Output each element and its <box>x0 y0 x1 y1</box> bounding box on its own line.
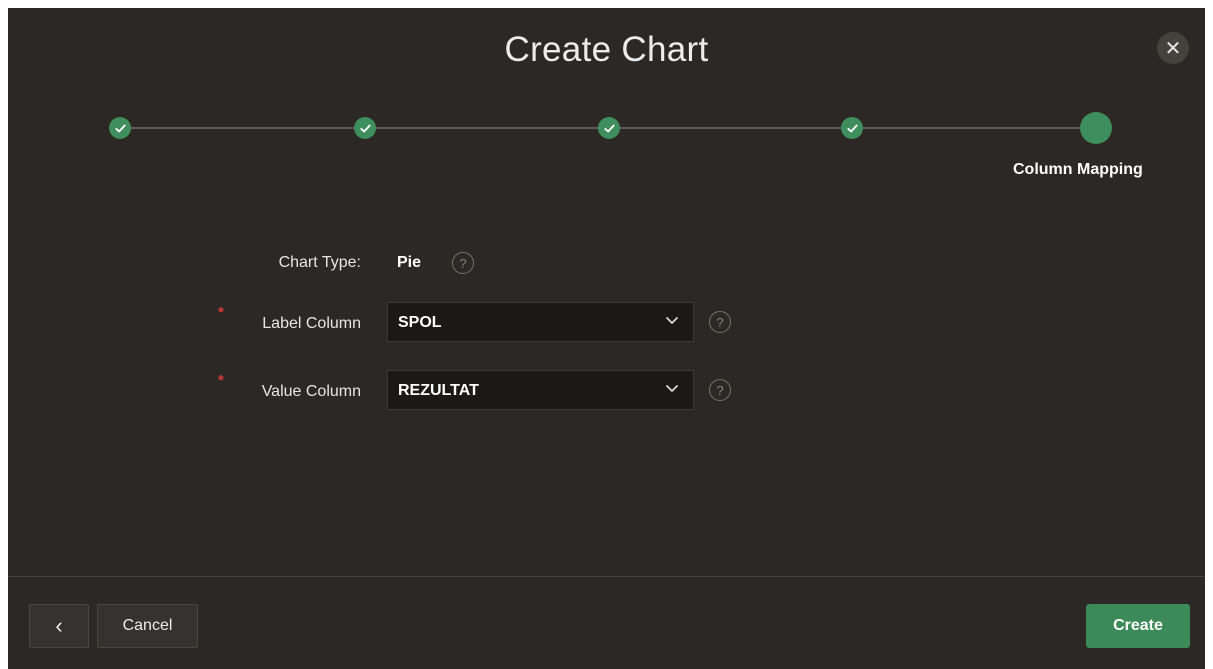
close-icon: ✕ <box>1164 37 1182 60</box>
label-column-row: * Label Column SPOL ? <box>8 302 1205 342</box>
label-column-help-icon[interactable]: ? <box>709 311 731 333</box>
label-column-select[interactable]: SPOL <box>387 302 694 342</box>
dialog-title: Create Chart <box>504 30 709 69</box>
value-column-help-icon[interactable]: ? <box>709 379 731 401</box>
chevron-down-icon <box>666 317 678 324</box>
check-icon <box>114 124 126 132</box>
check-icon <box>846 124 858 132</box>
chevron-left-icon: ‹ <box>55 613 63 638</box>
create-button[interactable]: Create <box>1086 604 1190 648</box>
check-icon <box>603 124 615 132</box>
create-chart-dialog: Create Chart ✕ Column Mapping Chart Type… <box>8 8 1205 669</box>
previous-step-button[interactable]: ‹ <box>29 604 89 648</box>
required-indicator: * <box>218 372 224 389</box>
value-column-label: Value Column <box>261 383 361 400</box>
chart-type-label: Chart Type: <box>278 254 361 271</box>
value-column-value: REZULTAT <box>398 382 479 399</box>
wizard-step-1-complete <box>109 117 131 139</box>
label-column-label: Label Column <box>262 315 361 332</box>
check-icon <box>359 124 371 132</box>
dialog-header: Create Chart ✕ <box>8 8 1205 103</box>
wizard-step-2-complete <box>354 117 376 139</box>
wizard-progress: Column Mapping <box>8 108 1205 198</box>
current-step-label: Column Mapping <box>1013 161 1143 178</box>
chart-type-help-icon[interactable]: ? <box>452 252 474 274</box>
value-column-row: * Value Column REZULTAT ? <box>8 370 1205 410</box>
cancel-button[interactable]: Cancel <box>97 604 198 648</box>
chart-type-row: Chart Type: Pie ? <box>8 244 1205 284</box>
value-column-select[interactable]: REZULTAT <box>387 370 694 410</box>
wizard-step-3-complete <box>598 117 620 139</box>
required-indicator: * <box>218 304 224 321</box>
chevron-down-icon <box>666 385 678 392</box>
wizard-step-5-current <box>1080 112 1112 144</box>
close-button[interactable]: ✕ <box>1157 32 1189 64</box>
footer-divider <box>8 576 1205 577</box>
label-column-value: SPOL <box>398 314 442 331</box>
wizard-step-4-complete <box>841 117 863 139</box>
chart-type-value: Pie <box>397 254 422 271</box>
